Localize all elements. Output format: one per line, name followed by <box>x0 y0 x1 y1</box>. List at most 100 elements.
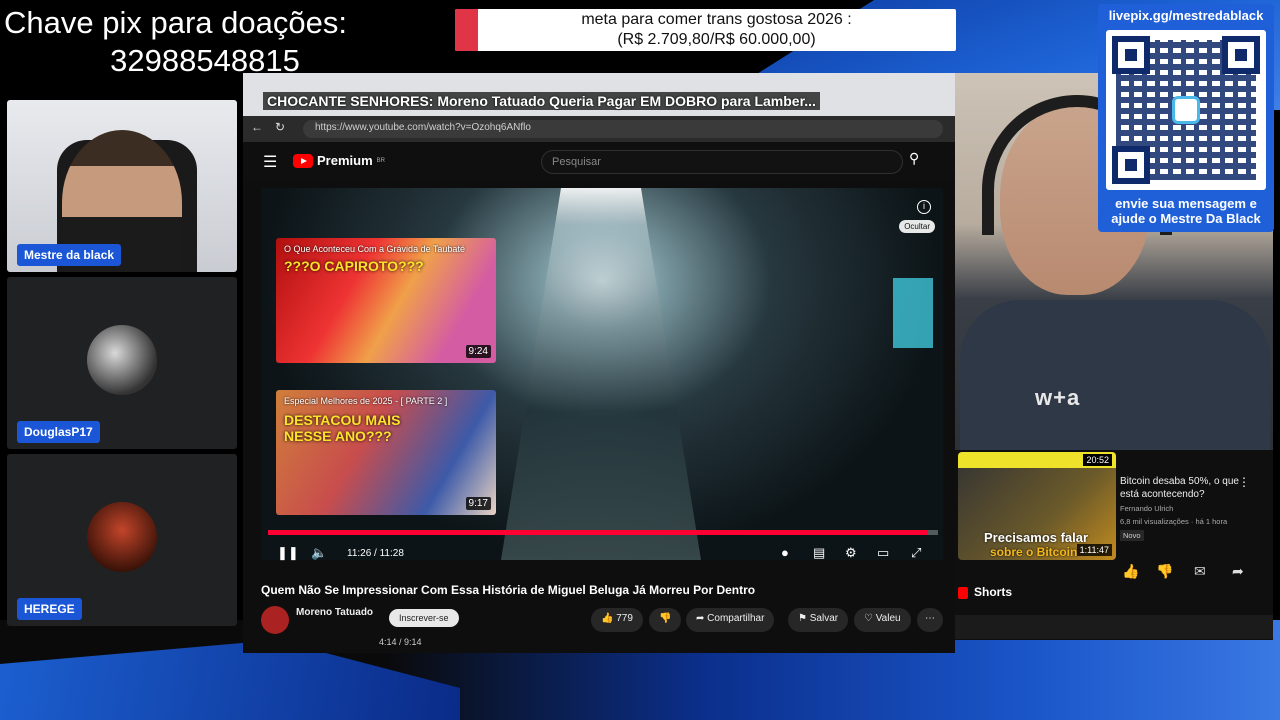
thumbnail-caption: sobre o Bitcoin <box>990 545 1078 559</box>
comment-icon[interactable]: ✉ <box>1194 563 1206 580</box>
qr-finder <box>1112 146 1150 184</box>
recommended-video-title[interactable]: Bitcoin desaba 50%, o que está acontecen… <box>1120 475 1240 501</box>
like-button[interactable]: 👍 779 <box>591 608 643 632</box>
shirt-logo: w+a <box>1035 385 1081 410</box>
dislike-button[interactable]: 👎 <box>649 608 682 632</box>
recommended-video-thumbnail[interactable]: 20:52 Precisamos falar sobre o Bitcoin 1… <box>958 452 1116 560</box>
subtitles-icon[interactable]: ▤ <box>813 545 825 561</box>
youtube-logo[interactable]: Premium BR <box>293 153 385 168</box>
youtube-logo-text: Premium <box>317 153 373 168</box>
endcard-duration: 9:24 <box>465 345 491 358</box>
share-icon[interactable]: ➦ <box>1232 563 1244 580</box>
volume-icon[interactable]: 🔈 <box>311 545 327 561</box>
more-options-icon[interactable]: ⋮ <box>1238 475 1250 489</box>
qr-message-line: ajude o Mestre Da Black <box>1111 211 1261 226</box>
like-count: 779 <box>616 613 633 624</box>
recommended-views: 6,8 mil visualizações · há 1 hora <box>1120 517 1228 526</box>
endcard-title: O Que Aconteceu Com a Grávida de Taubaté <box>284 244 465 254</box>
qr-message-line: envie sua mensagem e <box>1115 196 1257 211</box>
video-time: 11:26 / 11:28 <box>347 548 404 559</box>
participant-name-chip: DouglasP17 <box>17 421 100 443</box>
mini-player-time: 4:14 / 9:14 <box>379 637 422 647</box>
shorts-icon <box>958 586 968 599</box>
pix-donation-text: Chave pix para doações: 32988548815 <box>0 4 410 80</box>
recommended-panel: 20:52 Precisamos falar sobre o Bitcoin 1… <box>955 450 1273 640</box>
youtube-play-icon <box>293 153 313 168</box>
shorts-section-title: Shorts <box>958 585 1012 599</box>
video-duration: 1:11:47 <box>1076 544 1112 556</box>
theater-mode-icon[interactable]: ▭ <box>877 545 889 561</box>
save-button[interactable]: ⚑ Salvar <box>788 608 849 632</box>
fullscreen-icon[interactable]: ⤢ <box>911 545 921 561</box>
thumbnail-caption: Precisamos falar <box>984 530 1089 545</box>
reload-icon[interactable]: ↻ <box>275 120 285 134</box>
menu-icon[interactable]: ☰ <box>263 152 277 172</box>
participant-name-chip: HEREGE <box>17 598 82 620</box>
participant-video-tile[interactable]: HEREGE <box>7 454 237 626</box>
video-title: Quem Não Se Impressionar Com Essa Histór… <box>261 583 756 597</box>
save-label: Salvar <box>809 613 839 624</box>
pix-label: Chave pix para doações: <box>4 5 347 40</box>
dislike-icon[interactable]: 👎 <box>1156 563 1173 580</box>
subscribe-button[interactable]: Inscrever-se <box>389 609 459 627</box>
goal-text: meta para comer trans gostosa 2026 : (R$… <box>477 10 956 50</box>
video-player[interactable]: i Ocultar O Que Aconteceu Com a Grávida … <box>261 188 943 560</box>
goal-title: meta para comer trans gostosa 2026 : <box>581 11 852 28</box>
search-icon[interactable]: ⚲ <box>909 150 933 174</box>
endcard-thumbnail-text: DESTACOU MAIS NESSE ANO??? <box>284 412 401 444</box>
progress-fill <box>268 530 928 535</box>
video-frame <box>501 188 701 560</box>
qr-finder <box>1112 36 1150 74</box>
thumbnail-duration: 20:52 <box>1083 454 1112 466</box>
channel-row: Moreno Tatuado Inscrever-se 👍 779 👎 ➦ Co… <box>261 606 951 636</box>
donation-goal-bar: meta para comer trans gostosa 2026 : (R$… <box>455 9 956 51</box>
livepix-qr-panel: livepix.gg/mestredablack envie sua mensa… <box>1098 4 1274 232</box>
video-light <box>893 278 933 348</box>
thanks-button[interactable]: ♡ Valeu <box>854 608 911 632</box>
shorts-label: Shorts <box>974 585 1013 599</box>
hide-endcards-button[interactable]: Ocultar <box>899 220 935 233</box>
search-input[interactable]: Pesquisar <box>541 150 903 174</box>
player-controls: ❚❚ 🔈 11:26 / 11:28 ● ▤ ⚙ ▭ ⤢ <box>261 545 943 567</box>
youtube-region: BR <box>376 157 385 164</box>
share-label: Compartilhar <box>707 613 765 624</box>
pause-icon[interactable]: ❚❚ <box>277 545 299 561</box>
video-page-title[interactable]: CHOCANTE SENHORES: Moreno Tatuado Queria… <box>263 92 820 110</box>
browser-tab-bar: CHOCANTE SENHORES: Moreno Tatuado Queria… <box>243 73 955 116</box>
livepix-logo <box>1172 96 1200 124</box>
youtube-header: ☰ Premium BR Pesquisar ⚲ <box>243 142 955 182</box>
back-icon[interactable]: ← <box>251 120 263 134</box>
participant-video-tile[interactable]: Mestre da black <box>7 100 237 272</box>
shared-browser-window: CHOCANTE SENHORES: Moreno Tatuado Queria… <box>243 73 955 653</box>
qr-code <box>1106 30 1266 190</box>
new-badge: Novo <box>1120 530 1144 541</box>
participant-video-tile[interactable]: DouglasP17 <box>7 277 237 449</box>
mini-player-controls: 4:14 / 9:14 <box>261 636 661 650</box>
participant-name-chip: Mestre da black <box>17 244 122 266</box>
channel-avatar[interactable] <box>261 606 289 634</box>
endcard-thumbnail-text: ???O CAPIROTO??? <box>284 258 424 274</box>
avatar <box>87 502 157 572</box>
share-button[interactable]: ➦ Compartilhar <box>686 608 775 632</box>
mini-toolbar <box>955 615 1273 639</box>
qr-finder <box>1222 36 1260 74</box>
livepix-link: livepix.gg/mestredablack <box>1108 8 1264 23</box>
url-field[interactable]: https://www.youtube.com/watch?v=Ozohq6AN… <box>303 120 943 138</box>
avatar <box>87 325 157 395</box>
autoplay-toggle-icon[interactable]: ● <box>781 545 789 560</box>
info-icon[interactable]: i <box>917 200 931 214</box>
recommended-channel[interactable]: Fernando Ulrich <box>1120 504 1173 513</box>
like-icon[interactable]: 👍 <box>1122 563 1139 580</box>
qr-message: envie sua mensagem e ajude o Mestre Da B… <box>1098 196 1274 226</box>
video-progress-bar[interactable] <box>268 530 938 535</box>
more-actions-button[interactable]: ⋯ <box>917 608 943 632</box>
endscreen-video-card[interactable]: O Que Aconteceu Com a Grávida de Taubaté… <box>276 238 496 363</box>
address-bar-row: ← ↻ https://www.youtube.com/watch?v=Ozoh… <box>243 116 955 142</box>
endscreen-video-card[interactable]: Especial Melhores de 2025 - [ PARTE 2 ] … <box>276 390 496 515</box>
channel-name[interactable]: Moreno Tatuado <box>296 607 373 618</box>
goal-progress-fill <box>455 9 478 51</box>
streamer-shirt <box>960 300 1270 450</box>
endcard-title: Especial Melhores de 2025 - [ PARTE 2 ] <box>284 396 448 406</box>
settings-icon[interactable]: ⚙ <box>845 545 857 561</box>
thanks-label: Valeu <box>875 613 901 624</box>
